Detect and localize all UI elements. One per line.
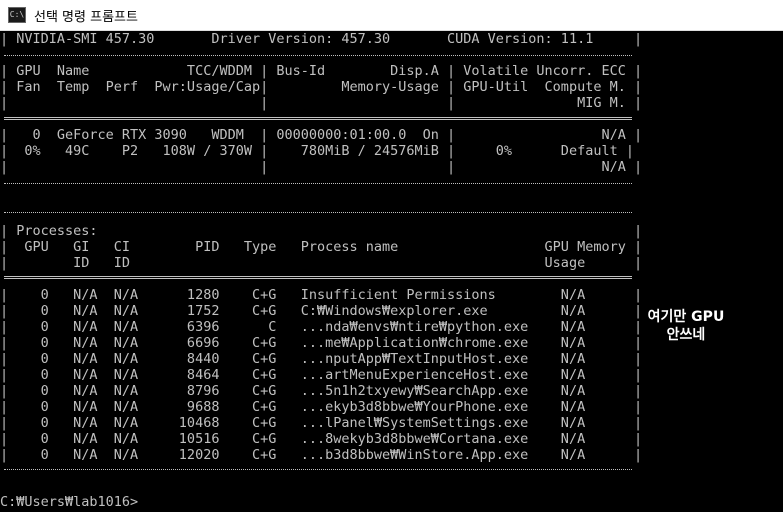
double-divider (4, 117, 632, 120)
divider (4, 55, 632, 56)
annotation-line: 여기만 GPU (647, 309, 725, 325)
process-col-header: | ID ID Usage | (0, 255, 643, 271)
processes-title: | Processes: | (0, 223, 643, 239)
gpu-row: | | | N/A | (0, 159, 643, 175)
gpu-col-header: | | | MIG M. | (0, 95, 643, 111)
window-title: 선택 명령 프롬프트 (34, 9, 138, 25)
process-col-header: | GPU GI CI PID Type Process name GPU Me… (0, 239, 643, 255)
process-row: | 0 N/A N/A 8464 C+G ...artMenuExperienc… (0, 367, 643, 383)
annotation-note: 여기만 GPU 안쓰네 (632, 308, 740, 344)
gpu-row: | 0 GeForce RTX 3090 WDDM | 00000000:01:… (0, 127, 643, 143)
process-row: | 0 N/A N/A 1752 C+G C:₩Windows₩explorer… (0, 303, 643, 319)
process-row: | 0 N/A N/A 1280 C+G Insufficient Permis… (0, 287, 643, 303)
console-output[interactable]: | NVIDIA-SMI 457.30 Driver Version: 457.… (0, 31, 643, 512)
annotation-line: 안쓰네 (666, 327, 706, 343)
cmd-icon: C:\ (8, 7, 26, 23)
double-divider (4, 276, 632, 279)
divider (4, 183, 632, 184)
process-row: | 0 N/A N/A 8796 C+G ...5n1h2txyewy₩Sear… (0, 383, 643, 399)
title-bar: C:\ 선택 명령 프롬프트 (0, 0, 783, 31)
process-row: | 0 N/A N/A 6696 C+G ...me₩Application₩c… (0, 335, 643, 351)
gpu-row: | 0% 49C P2 108W / 370W | 780MiB / 24576… (0, 143, 634, 159)
divider (4, 212, 632, 213)
divider (4, 469, 632, 470)
gpu-col-header: | Fan Temp Perf Pwr:Usage/Cap| Memory-Us… (0, 79, 643, 95)
process-row: | 0 N/A N/A 10516 C+G ...8wekyb3d8bbwe₩C… (0, 431, 643, 447)
command-prompt[interactable]: C:₩Users₩lab1016> (0, 494, 138, 510)
process-row: | 0 N/A N/A 9688 C+G ...ekyb3d8bbwe₩Your… (0, 399, 643, 415)
gpu-col-header: | GPU Name TCC/WDDM | Bus-Id Disp.A | Vo… (0, 63, 643, 79)
process-row: | 0 N/A N/A 12020 C+G ...b3d8bbwe₩WinSto… (0, 447, 643, 463)
process-row: | 0 N/A N/A 8440 C+G ...nputApp₩TextInpu… (0, 351, 643, 367)
process-row: | 0 N/A N/A 10468 C+G ...lPanel₩SystemSe… (0, 415, 643, 431)
smi-version-line: | NVIDIA-SMI 457.30 Driver Version: 457.… (0, 31, 643, 47)
process-row: | 0 N/A N/A 6396 C ...nda₩envs₩ntire₩pyt… (0, 319, 643, 335)
